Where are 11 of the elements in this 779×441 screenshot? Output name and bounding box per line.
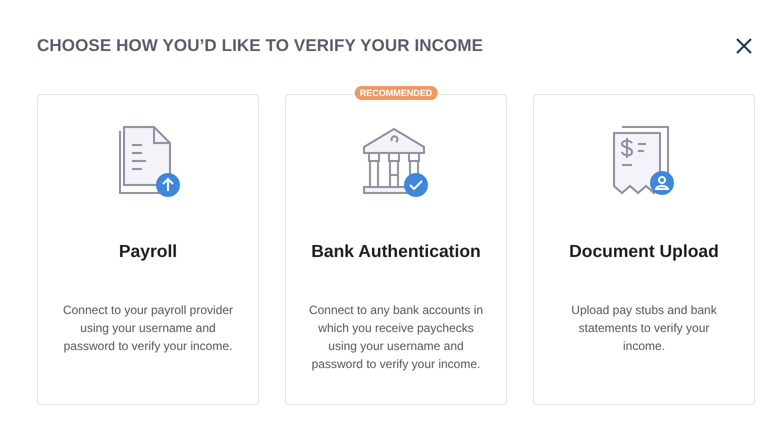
option-card[interactable]: Payroll Connect to your payroll provider using your username and password to verify your income. <box>37 94 259 405</box>
option-card[interactable]: Document Upload Upload pay stubs and bank statements to verify your income. <box>533 94 755 405</box>
option-description: Connect to your payroll provider using your username and password to verify your income. <box>62 302 234 355</box>
option-description: Connect to any bank accounts in which you receive paychecks using your username and password to verify your income. <box>308 302 484 373</box>
option-title: Bank Authentication <box>311 240 481 262</box>
option-title: Payroll <box>118 240 178 263</box>
option-description: Upload pay stubs and bank statements to verify your income. <box>570 302 718 355</box>
dialog-title: CHOOSE HOW YOU’D LIKE TO VERIFY YOUR INCOME <box>37 36 484 56</box>
option-title: Document Upload <box>569 240 719 263</box>
close-button[interactable] <box>735 37 753 55</box>
recommended-badge: RECOMMENDED <box>354 86 438 100</box>
